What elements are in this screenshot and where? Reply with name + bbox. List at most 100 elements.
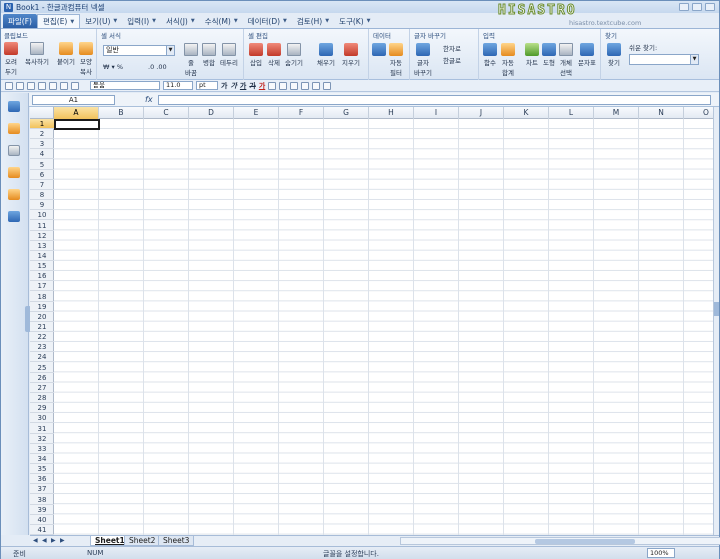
italic-button[interactable]: 가 <box>230 81 236 91</box>
delete-button[interactable]: 삭제 <box>267 43 281 67</box>
underline-button[interactable]: 가 <box>240 81 246 91</box>
number-format-select[interactable]: 일반 ▼ <box>103 45 175 56</box>
row-header-cell[interactable]: 21 <box>30 322 54 332</box>
column-header-cell[interactable]: F <box>279 107 324 119</box>
find-button[interactable]: 찾기 <box>607 43 621 67</box>
bold-button[interactable]: 가 <box>221 81 227 91</box>
align-left-icon[interactable] <box>268 81 277 90</box>
column-header-cell[interactable]: D <box>189 107 234 119</box>
sidebar-lightning-icon[interactable] <box>8 189 20 200</box>
menu-2[interactable]: 보기(U) ▼ <box>80 14 122 28</box>
align-right-icon[interactable] <box>290 81 299 90</box>
row-header-cell[interactable]: 38 <box>30 495 54 505</box>
new-icon[interactable] <box>5 81 13 90</box>
row-header-cell[interactable]: 14 <box>30 251 54 261</box>
scroll-thumb[interactable] <box>535 539 635 544</box>
print-icon[interactable] <box>38 81 46 90</box>
autofilter-button[interactable]: 자동 필터 <box>389 43 403 77</box>
menu-8[interactable]: 도구(K) ▼ <box>334 14 375 28</box>
column-header-cell[interactable]: C <box>144 107 189 119</box>
indent-icon[interactable] <box>301 81 310 90</box>
shape-button[interactable]: 도형 <box>542 43 556 67</box>
row-header-cell[interactable]: 29 <box>30 403 54 414</box>
row-header-cell[interactable]: 35 <box>30 464 54 475</box>
menu-5[interactable]: 수식(M) ▼ <box>200 14 243 28</box>
row-header-cell[interactable]: 13 <box>30 241 54 251</box>
row-header-cell[interactable]: 34 <box>30 454 54 464</box>
sidebar-book-icon[interactable] <box>8 167 20 178</box>
row-header-cell[interactable]: 26 <box>30 373 54 383</box>
border-button[interactable]: 테두리 <box>220 43 238 67</box>
row-header-cell[interactable]: 19 <box>30 302 54 312</box>
vertical-scrollbar[interactable] <box>713 107 719 535</box>
worksheet[interactable]: ABCDEFGHIJKLMNO 1 2 3 4 5 6 7 8 9 10 11 12 13 14 15 16 1… <box>30 107 713 535</box>
column-header-cell[interactable]: B <box>99 107 144 119</box>
column-header-cell[interactable]: J <box>459 107 504 119</box>
column-header-cell[interactable]: H <box>369 107 414 119</box>
font-color-button[interactable]: 가 <box>259 81 265 91</box>
row-header-cell[interactable]: 24 <box>30 352 54 363</box>
hide-button[interactable]: 숨기기 <box>285 43 303 67</box>
sheet-tab[interactable]: Sheet3 <box>158 536 195 546</box>
column-header-cell[interactable]: L <box>549 107 594 119</box>
column-header-cell[interactable]: N <box>639 107 684 119</box>
row-header-cell[interactable]: 9 <box>30 200 54 211</box>
row-header-cell[interactable]: 23 <box>30 342 54 353</box>
sidebar-clipart-icon[interactable] <box>8 211 20 222</box>
menu-3[interactable]: 입력(I) ▼ <box>122 14 161 28</box>
copy-button[interactable]: 복사하기 <box>25 42 49 66</box>
sidebar-home-icon[interactable] <box>8 101 20 112</box>
row-header-cell[interactable]: 40 <box>30 515 54 525</box>
last-sheet-icon[interactable]: ▶ <box>60 537 65 544</box>
menu-4[interactable]: 서식(J) ▼ <box>161 14 200 28</box>
align-center-icon[interactable] <box>279 81 288 90</box>
fill-color-icon[interactable] <box>312 81 321 90</box>
object-select-button[interactable]: 개체 선택 <box>559 43 573 77</box>
fill-button[interactable]: 채우기 <box>317 43 335 67</box>
insert-button[interactable]: 삽입 <box>249 43 263 67</box>
row-header-cell[interactable]: 4 <box>30 149 54 160</box>
sidebar-folder-icon[interactable] <box>8 123 20 134</box>
currency-button[interactable]: ₩ ▾ % <box>103 63 123 71</box>
redo-icon[interactable] <box>71 81 79 90</box>
preview-icon[interactable] <box>49 81 57 90</box>
to-hangul-button[interactable]: 한글로 <box>443 55 461 65</box>
row-header-cell[interactable]: 41 <box>30 525 54 535</box>
row-header-cell[interactable]: 2 <box>30 129 54 140</box>
horizontal-scrollbar[interactable] <box>400 537 720 545</box>
first-sheet-icon[interactable]: ◀ <box>33 537 38 544</box>
column-header-cell[interactable]: A <box>54 107 99 119</box>
row-header-cell[interactable]: 16 <box>30 271 54 282</box>
symbol-button[interactable]: 문자표 <box>578 43 596 67</box>
chart-button[interactable]: 차트 <box>525 43 539 67</box>
function-button[interactable]: 함수 <box>483 43 497 67</box>
column-header-cell[interactable]: O <box>684 107 713 119</box>
menu-0[interactable]: 파일(F) <box>3 14 37 28</box>
column-header-cell[interactable]: G <box>324 107 369 119</box>
formula-input[interactable] <box>158 95 711 105</box>
close-icon[interactable] <box>705 3 715 11</box>
to-hanja-button[interactable]: 한자로 <box>443 43 461 53</box>
cell-grid[interactable] <box>54 119 713 535</box>
row-header-cell[interactable]: 10 <box>30 210 54 221</box>
row-header-cell[interactable]: 17 <box>30 281 54 292</box>
column-header-cell[interactable]: K <box>504 107 549 119</box>
size-select[interactable]: 11.0 <box>163 81 193 90</box>
row-header-cell[interactable]: 20 <box>30 312 54 322</box>
clear-button[interactable]: 지우기 <box>342 43 360 67</box>
menu-7[interactable]: 검토(H) ▼ <box>292 14 334 28</box>
row-header-cell[interactable]: 18 <box>30 292 54 302</box>
row-header-cell[interactable]: 7 <box>30 180 54 190</box>
prev-sheet-icon[interactable]: ◀ <box>42 537 47 544</box>
function-wizard-icon[interactable]: fx <box>145 95 153 104</box>
column-header-cell[interactable]: M <box>594 107 639 119</box>
row-header-cell[interactable]: 36 <box>30 474 54 485</box>
cut-button[interactable]: 오려 두기 <box>4 42 18 76</box>
font-select[interactable]: 돋움 <box>90 81 160 90</box>
row-header-cell[interactable]: 31 <box>30 424 54 434</box>
row-header-cell[interactable]: 6 <box>30 170 54 180</box>
undo-icon[interactable] <box>60 81 68 90</box>
column-header-cell[interactable]: E <box>234 107 279 119</box>
row-header-cell[interactable]: 15 <box>30 261 54 272</box>
row-header-cell[interactable]: 22 <box>30 332 54 343</box>
